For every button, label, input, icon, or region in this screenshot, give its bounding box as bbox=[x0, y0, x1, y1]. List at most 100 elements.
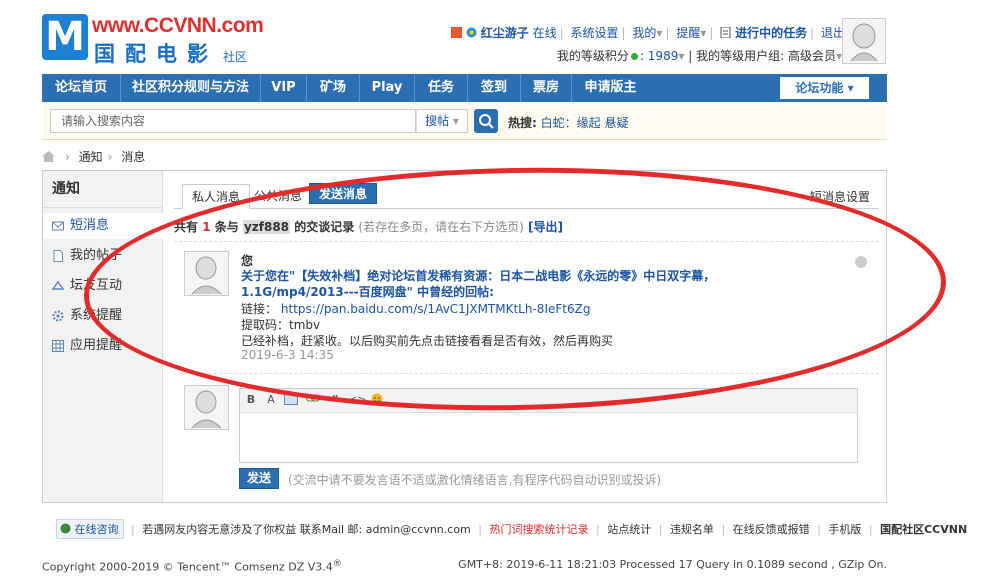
send-hint: (交流中请不要发言语不适或激化情绪语言,有程序代码自动识别或投诉) bbox=[288, 473, 662, 487]
forum-function-button[interactable]: 论坛功能 ▾ bbox=[780, 77, 869, 99]
group-value[interactable]: 高级会员 bbox=[788, 49, 836, 63]
breadcrumb-notice[interactable]: 通知 bbox=[79, 150, 103, 164]
export-link[interactable]: [导出] bbox=[528, 220, 563, 234]
message-settings-link[interactable]: 短消息设置 bbox=[810, 188, 870, 205]
chevron-down-icon: ▾ bbox=[678, 49, 685, 63]
smiley-icon[interactable] bbox=[370, 393, 384, 407]
message-content: 私人消息 公共消息 发送消息 短消息设置 共有 1 条与 yzf888 的交谈记… bbox=[174, 171, 879, 502]
hot-label: 热搜: bbox=[508, 116, 537, 130]
envelope-icon bbox=[52, 221, 64, 231]
points-value[interactable]: 1989 bbox=[648, 49, 679, 63]
sidebar-item-system[interactable]: 系统提醒 bbox=[43, 303, 163, 329]
search-type-select[interactable]: 搜帖 ▾ bbox=[416, 109, 468, 133]
username-link[interactable]: 红尘游子 bbox=[481, 26, 529, 40]
footer-brand[interactable]: 国配社区CCVNN bbox=[880, 523, 967, 536]
message-sender: 您 bbox=[241, 254, 254, 268]
nav-play[interactable]: Play bbox=[359, 74, 414, 102]
reply-textarea[interactable] bbox=[240, 413, 857, 462]
message-reply: 已经补档，赶紧收。以后购买前先点击链接看看是否有效，然后再购买 bbox=[241, 334, 614, 348]
online-status[interactable]: 在线 bbox=[533, 26, 557, 40]
sidebar-item-short-message[interactable]: 短消息 bbox=[43, 213, 164, 239]
chevron-right-icon: › bbox=[107, 150, 113, 164]
nav-rules[interactable]: 社区积分规则与方法 bbox=[120, 74, 260, 102]
qq-icon[interactable] bbox=[466, 27, 477, 38]
bold-icon[interactable]: B bbox=[244, 393, 258, 407]
delete-message-icon[interactable] bbox=[855, 256, 867, 268]
points-icon bbox=[630, 53, 638, 60]
document-icon bbox=[53, 250, 63, 262]
avatar-image-icon bbox=[191, 256, 222, 295]
mine-menu[interactable]: 我的 bbox=[632, 26, 656, 40]
send-button[interactable]: 发送 bbox=[239, 468, 279, 489]
chevron-down-icon: ▾ bbox=[452, 114, 459, 128]
logo-m-icon: M bbox=[42, 14, 88, 60]
send-message-button[interactable]: 发送消息 bbox=[309, 183, 378, 204]
user-level-bar: 我的等级积分: 1989▾ | 我的等级用户组: 高级会员▾ bbox=[556, 49, 842, 63]
message-link[interactable]: https://pan.baidu.com/s/1AvC1JXMTMKtLh-8… bbox=[281, 302, 591, 316]
code-icon[interactable]: <> bbox=[348, 393, 366, 407]
tab-private-message[interactable]: 私人消息 bbox=[182, 184, 251, 209]
font-color-icon[interactable]: A bbox=[264, 393, 278, 407]
logo-suffix: 社区 bbox=[223, 50, 248, 64]
chevron-down-icon: ▾ bbox=[847, 81, 854, 95]
hot-stats-link[interactable]: 热门词搜索统计记录 bbox=[490, 523, 589, 536]
summary-user[interactable]: yzf888 bbox=[242, 220, 291, 234]
image-icon[interactable] bbox=[284, 393, 298, 407]
nav-vip[interactable]: VIP bbox=[260, 74, 306, 102]
footer-link-violations[interactable]: 违规名单 bbox=[670, 523, 714, 536]
settings-link[interactable]: 系统设置 bbox=[571, 26, 619, 40]
profile-icon[interactable] bbox=[451, 27, 463, 38]
search-bar: 请输入搜索内容 搜帖 ▾ 热搜: 白蛇：缘起 悬疑 bbox=[42, 102, 887, 140]
hot-item[interactable]: 悬疑 bbox=[604, 116, 628, 130]
nav-task[interactable]: 任务 bbox=[414, 74, 467, 102]
tab-public-message[interactable]: 公共消息 bbox=[245, 184, 311, 209]
online-consult-button[interactable]: 在线咨询 bbox=[56, 519, 124, 539]
message-title[interactable]: 关于您在"【失效补档】绝对论坛首发稀有资源：日本二战电影《永远的零》中日双字幕，… bbox=[241, 268, 796, 300]
grid-icon bbox=[52, 340, 64, 352]
message-link-line: 链接： https://pan.baidu.com/s/1AvC1JXMTMKt… bbox=[241, 300, 590, 317]
footer-link-feedback[interactable]: 在线反馈或报错 bbox=[733, 523, 810, 536]
remind-menu[interactable]: 提醒 bbox=[676, 26, 700, 40]
nav-checkin[interactable]: 签到 bbox=[467, 74, 520, 102]
avatar-image-icon bbox=[191, 390, 222, 429]
avatar[interactable] bbox=[184, 385, 229, 430]
search-input[interactable]: 请输入搜索内容 bbox=[50, 109, 416, 133]
nav-moderator[interactable]: 申请版主 bbox=[571, 74, 649, 102]
hot-item[interactable]: 白蛇：缘起 bbox=[541, 116, 601, 130]
message-time: 2019-6-3 14:35 bbox=[241, 348, 334, 362]
search-button[interactable] bbox=[474, 109, 498, 133]
sidebar-item-interaction[interactable]: 坛友互动 bbox=[43, 273, 163, 299]
avatar[interactable] bbox=[184, 251, 229, 296]
link-icon[interactable] bbox=[306, 393, 320, 407]
tasks-link[interactable]: 进行中的任务 bbox=[735, 26, 807, 40]
nav-boxoffice[interactable]: 票房 bbox=[520, 74, 571, 102]
footer-link-mobile[interactable]: 手机版 bbox=[828, 523, 861, 536]
sidebar-item-label: 系统提醒 bbox=[70, 308, 123, 323]
search-icon bbox=[479, 114, 494, 129]
summary-mid: 条与 bbox=[214, 220, 239, 234]
main-nav: 论坛首页 社区积分规则与方法 VIP 矿场 Play 任务 签到 票房 申请版主… bbox=[42, 74, 887, 102]
hot-search: 热搜: 白蛇：缘起 悬疑 bbox=[508, 114, 629, 131]
avatar[interactable] bbox=[842, 18, 886, 64]
home-icon[interactable] bbox=[42, 151, 55, 162]
gear-icon bbox=[52, 310, 64, 322]
copyright-mark: ® bbox=[332, 559, 342, 569]
nav-mine[interactable]: 矿场 bbox=[306, 74, 359, 102]
editor-toolbar: B A “ <> bbox=[240, 389, 857, 413]
nav-home[interactable]: 论坛首页 bbox=[42, 74, 120, 102]
sidebar-item-label: 应用提醒 bbox=[70, 338, 123, 353]
summary-hint: (若存在多页，请在右下方选页) bbox=[358, 220, 524, 234]
footer-link-stats[interactable]: 站点统计 bbox=[607, 523, 651, 536]
site-logo[interactable]: M www.CCVNN.com 国配电影 社区 bbox=[42, 14, 292, 66]
footer-email[interactable]: admin@ccvnn.com bbox=[366, 523, 471, 536]
sidebar-item-my-posts[interactable]: 我的帖子 bbox=[43, 243, 163, 269]
quote-icon[interactable]: “ bbox=[328, 393, 342, 407]
sidebar-title: 通知 bbox=[43, 171, 162, 208]
task-icon bbox=[720, 27, 731, 38]
sidebar-item-app[interactable]: 应用提醒 bbox=[43, 333, 163, 359]
footer-notice: 若遇网友内容无意涉及了你权益 联系Mail 邮: bbox=[142, 523, 363, 536]
copyright: Copyright 2000-2019 © Tencent™ Comsenz D… bbox=[42, 559, 342, 574]
forum-function-label: 论坛功能 bbox=[795, 81, 844, 95]
breadcrumb-message: 消息 bbox=[121, 150, 146, 164]
consult-label: 在线咨询 bbox=[74, 523, 119, 536]
